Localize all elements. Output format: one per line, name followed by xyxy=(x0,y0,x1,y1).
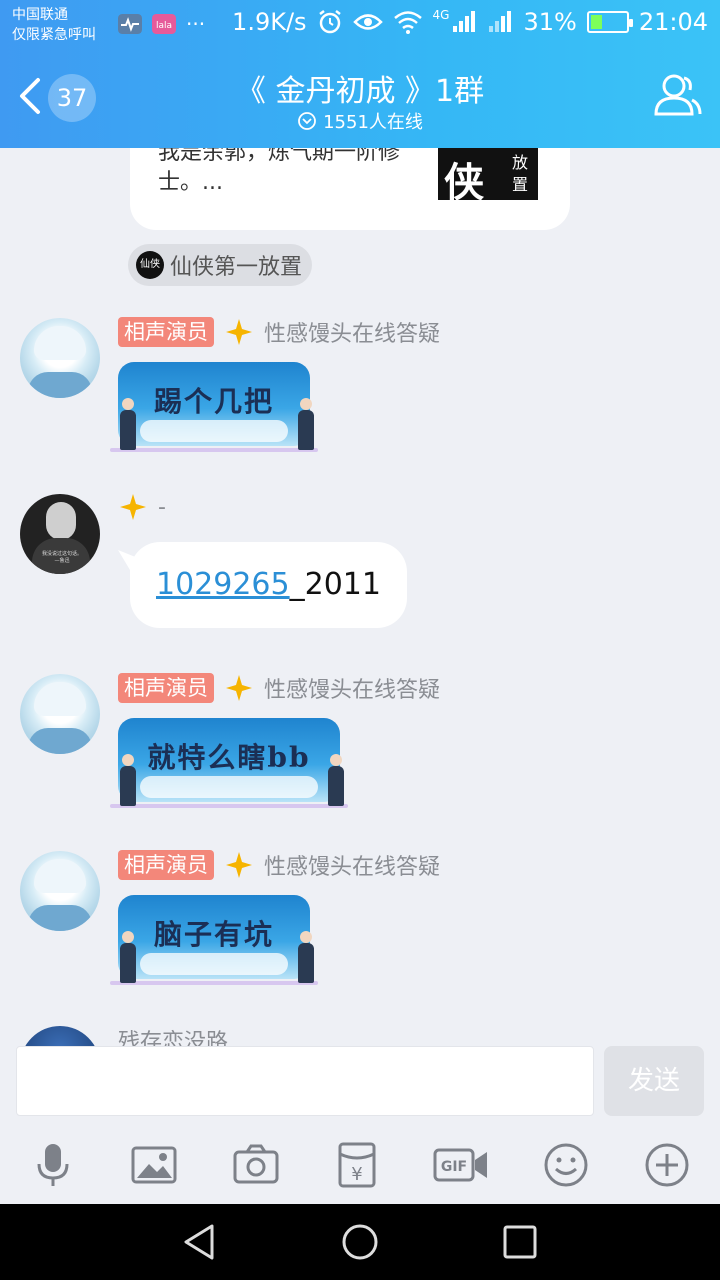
plus-icon[interactable] xyxy=(642,1140,692,1190)
card-source[interactable]: 仙侠 仙侠第一放置 xyxy=(128,244,313,286)
chevron-down-circle-icon xyxy=(298,112,316,130)
message-link[interactable]: 1029265 xyxy=(156,567,290,602)
avatar[interactable] xyxy=(20,674,100,754)
sticker-message[interactable]: 就特么瞎bb xyxy=(110,718,348,814)
battery-percent: 31% xyxy=(523,8,577,36)
eye-icon xyxy=(352,14,383,30)
source-name: 仙侠第一放置 xyxy=(170,255,303,280)
input-bar: 发送 ¥ GIF xyxy=(0,1046,720,1204)
clock: 21:04 xyxy=(638,8,708,36)
card-text: 我是余郭，炼气期一阶修士。... xyxy=(158,148,401,195)
group-members-icon[interactable] xyxy=(652,70,702,120)
gif-video-icon[interactable]: GIF xyxy=(433,1140,489,1190)
network-type: 4G xyxy=(432,8,450,22)
role-badge: 相声演员 xyxy=(118,317,214,347)
carrier-status: 仅限紧急呼叫 xyxy=(12,27,96,43)
emoji-icon[interactable] xyxy=(541,1140,591,1190)
wifi-icon xyxy=(393,11,422,34)
carrier-info: 中国联通 仅限紧急呼叫 xyxy=(12,5,96,45)
avatar[interactable] xyxy=(20,318,100,398)
sticker-text: 就特么瞎bb xyxy=(147,741,311,774)
card-logo-small: 放置 xyxy=(512,153,529,194)
sender-meta: - xyxy=(118,492,166,522)
avatar[interactable] xyxy=(20,851,100,931)
battery-icon xyxy=(586,11,633,33)
online-count: 1551人在线 xyxy=(323,112,423,133)
sender-name[interactable]: 残存恋没路 xyxy=(118,1024,228,1046)
alarm-icon xyxy=(318,10,341,34)
lala-app-icon: lala xyxy=(152,14,176,34)
battery-fill xyxy=(590,15,602,29)
sender-name[interactable]: 性感馒头在线答疑 xyxy=(264,672,440,704)
signal-2-icon xyxy=(489,11,512,32)
home-circle-icon[interactable] xyxy=(340,1222,380,1262)
svg-text:GIF: GIF xyxy=(441,1159,467,1175)
star-icon xyxy=(226,319,252,345)
star-icon xyxy=(226,675,252,701)
chat-messages[interactable]: 我是余郭，炼气期一阶修士。... 侠 放置 仙侠 仙侠第一放置 相声演员 性感馒… xyxy=(0,148,720,1046)
sender-meta: 相声演员 性感馒头在线答疑 xyxy=(118,316,440,348)
card-thumbnail: 侠 放置 xyxy=(438,148,538,206)
image-icon[interactable] xyxy=(129,1140,179,1190)
sticker-message[interactable]: 踢个几把 xyxy=(110,362,318,458)
svg-text:¥: ¥ xyxy=(351,1164,362,1185)
chat-header: 37 《 金丹初成 》1群 1551人在线 xyxy=(0,48,720,148)
recents-square-icon[interactable] xyxy=(500,1222,540,1262)
health-app-icon xyxy=(118,14,142,34)
carrier-name: 中国联通 xyxy=(12,7,68,23)
sender-name[interactable]: 性感馒头在线答疑 xyxy=(264,316,440,348)
red-packet-icon[interactable]: ¥ xyxy=(332,1140,382,1190)
sender-meta: 相声演员 性感馒头在线答疑 xyxy=(118,849,440,881)
sticker-text: 踢个几把 xyxy=(153,385,274,418)
status-right: 1.9K/s 4G 31% 21:04 xyxy=(232,8,708,36)
source-app-icon: 仙侠 xyxy=(136,251,164,279)
svg-text:lala: lala xyxy=(156,21,172,31)
role-badge: 相声演员 xyxy=(118,673,214,703)
message-text: _2011 xyxy=(289,567,381,602)
back-triangle-icon[interactable] xyxy=(180,1222,220,1262)
avatar[interactable] xyxy=(20,1026,100,1046)
more-notifications: ··· xyxy=(186,12,206,36)
avatar[interactable]: 我没说过这句话。 —鲁迅 xyxy=(20,494,100,574)
group-title[interactable]: 《 金丹初成 》1群 xyxy=(0,66,720,110)
shared-card[interactable]: 我是余郭，炼气期一阶修士。... 侠 放置 xyxy=(130,148,570,230)
sticker-message[interactable]: 脑子有坑 xyxy=(110,895,318,991)
signal-icon xyxy=(453,11,476,32)
message-input[interactable] xyxy=(16,1046,594,1116)
sender-meta: 残存恋没路 xyxy=(118,1024,228,1046)
text-bubble[interactable]: 1029265_2011 xyxy=(130,542,407,628)
notification-icons: lala ··· xyxy=(118,12,205,36)
top-bar: 中国联通 仅限紧急呼叫 lala ··· 1.9K/s 4G 31% 21:04… xyxy=(0,0,720,148)
star-icon xyxy=(120,494,146,520)
system-nav-bar xyxy=(0,1204,720,1280)
star-icon xyxy=(226,852,252,878)
status-bar: 中国联通 仅限紧急呼叫 lala ··· 1.9K/s 4G 31% 21:04 xyxy=(0,0,720,48)
avatar-caption: 我没说过这句话。 —鲁迅 xyxy=(41,551,82,564)
sender-name[interactable]: - xyxy=(158,495,166,520)
sticker-text: 脑子有坑 xyxy=(153,918,274,951)
card-logo-big: 侠 xyxy=(444,159,484,206)
online-status[interactable]: 1551人在线 xyxy=(0,108,720,134)
sender-name[interactable]: 性感馒头在线答疑 xyxy=(264,849,440,881)
sender-meta: 相声演员 性感馒头在线答疑 xyxy=(118,672,440,704)
input-toolbar: ¥ GIF xyxy=(0,1140,720,1194)
microphone-icon[interactable] xyxy=(28,1140,78,1190)
send-button[interactable]: 发送 xyxy=(604,1046,704,1116)
network-speed: 1.9K/s xyxy=(232,8,307,36)
camera-icon[interactable] xyxy=(231,1140,281,1190)
role-badge: 相声演员 xyxy=(118,850,214,880)
